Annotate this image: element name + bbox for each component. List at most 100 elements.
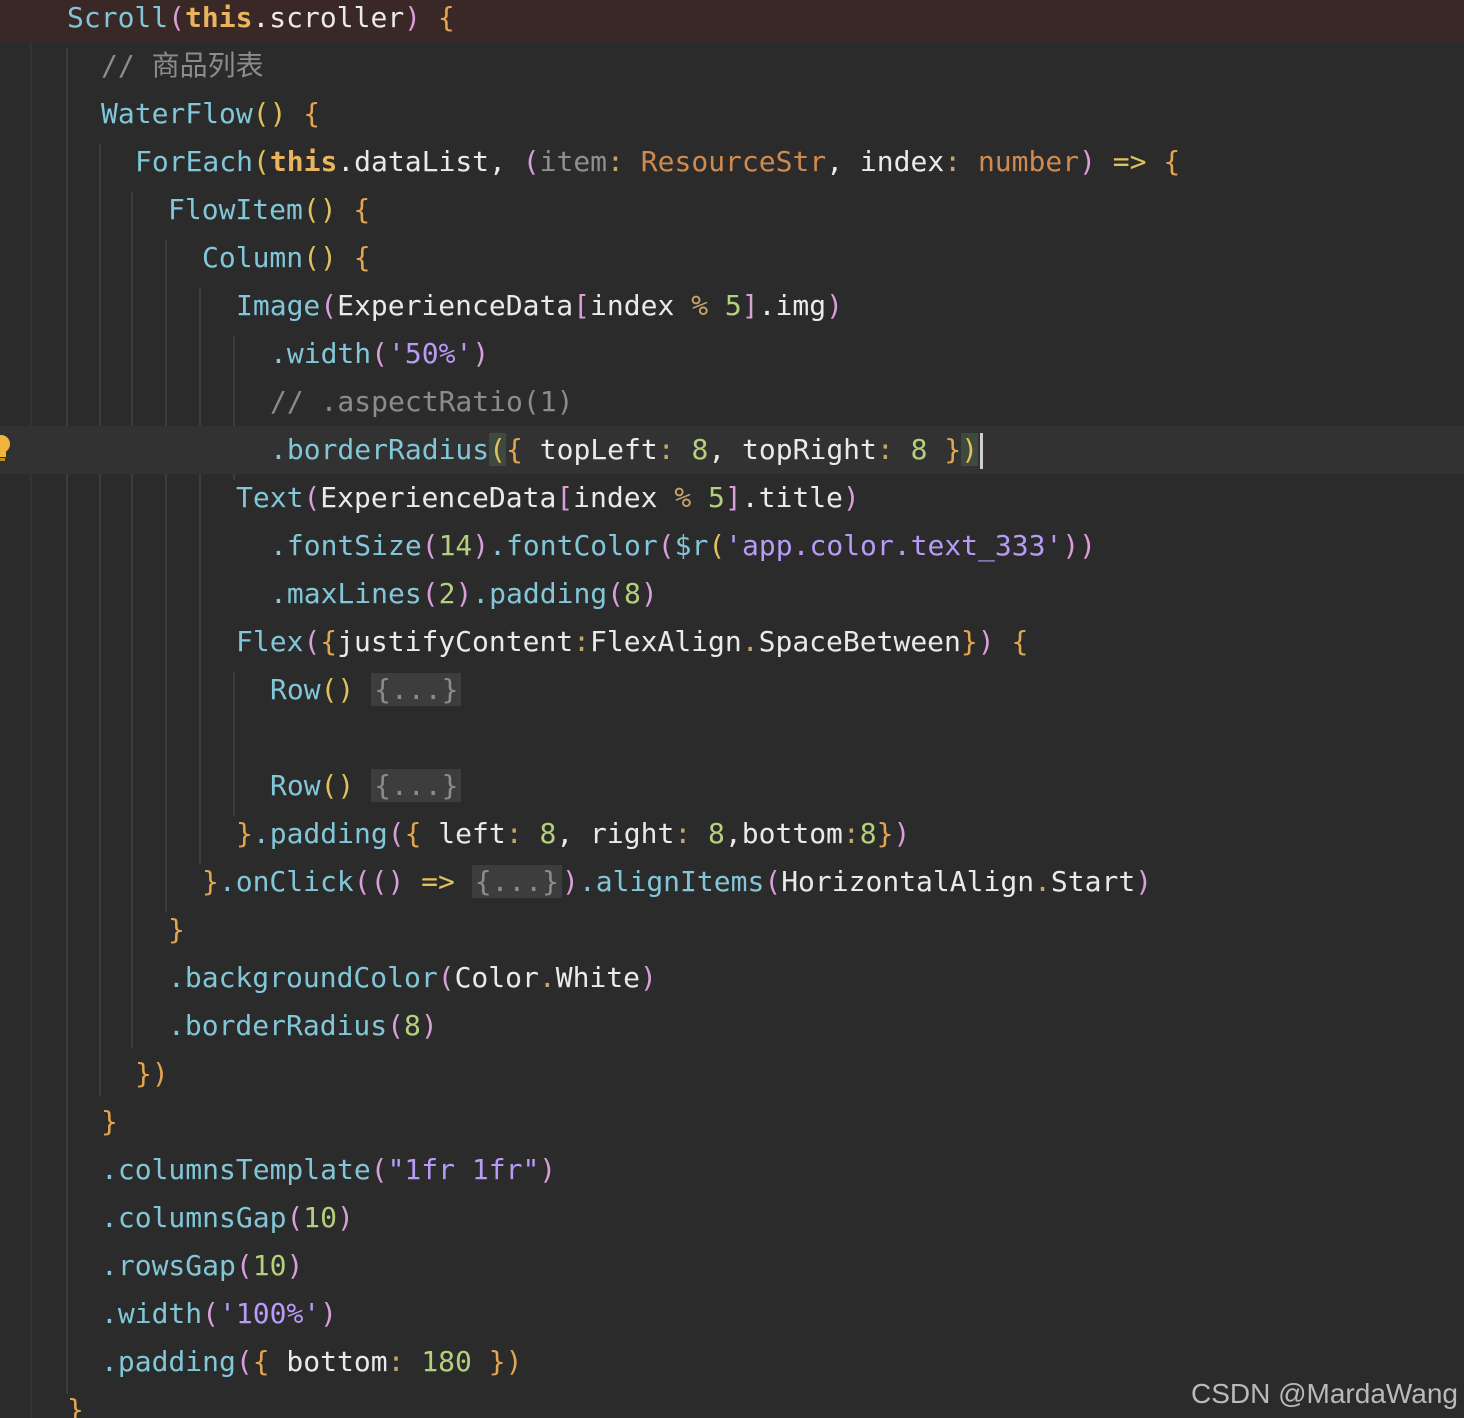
token: .alignItems <box>578 865 765 898</box>
token: ExperienceData <box>320 481 557 514</box>
code-line-current[interactable]: .borderRadius({ topLeft: 8, topRight: 8 … <box>0 426 1464 474</box>
folded-code-block[interactable]: {...} <box>471 865 563 898</box>
text-cursor <box>980 433 984 469</box>
token: () <box>320 769 355 802</box>
token: 14 <box>438 529 473 562</box>
token: .borderRadius <box>168 1009 388 1042</box>
token: ) <box>1079 145 1096 178</box>
token: .dataList, <box>337 145 523 178</box>
token: { <box>506 433 523 466</box>
token: ) <box>842 481 860 514</box>
token: SpaceBetween <box>758 625 961 658</box>
token: .padding <box>472 577 608 610</box>
token: topLeft <box>522 433 658 466</box>
token: ( <box>303 625 321 658</box>
token: bottom <box>269 1345 388 1378</box>
token: : <box>573 625 591 658</box>
code-line[interactable]: Text(ExperienceData[index % 5].title) <box>0 474 1464 522</box>
token: 8 <box>910 433 928 466</box>
token: .title <box>741 481 843 514</box>
token: ) <box>826 289 843 322</box>
code-line[interactable]: FlowItem() { <box>0 186 1464 234</box>
token: )) <box>1062 529 1097 562</box>
token: ( <box>370 1153 388 1186</box>
token: ( <box>421 529 439 562</box>
lightbulb-icon[interactable] <box>0 434 12 462</box>
code-line[interactable]: }.padding({ left: 8, right: 8,bottom:8}) <box>0 810 1464 858</box>
code-editor[interactable]: Scroll(this.scroller) { // 商品列表 WaterFlo… <box>0 0 1464 1418</box>
token: { <box>252 1345 270 1378</box>
token: } <box>927 433 962 466</box>
code-line[interactable]: .borderRadius(8) <box>0 1002 1464 1050</box>
token: .scroller <box>252 1 405 34</box>
code-line[interactable]: Image(ExperienceData[index % 5].img) <box>0 282 1464 330</box>
token: ) <box>472 337 490 370</box>
code-line[interactable]: Row() {...} <box>0 762 1464 810</box>
token: ( <box>421 577 439 610</box>
token: ( <box>387 817 405 850</box>
token: ResourceStr <box>640 145 827 178</box>
token: 'app.color.text_333' <box>725 529 1063 562</box>
code-line[interactable]: .backgroundColor(Color.White) <box>0 954 1464 1002</box>
code-line[interactable]: .columnsGap(10) <box>0 1194 1464 1242</box>
token: index <box>573 481 675 514</box>
code-line[interactable]: // 商品列表 <box>0 42 1464 90</box>
token: FlexAlign <box>590 625 742 658</box>
token: .borderRadius <box>270 433 490 466</box>
code-line[interactable]: }.onClick(() => {...}).alignItems(Horizo… <box>0 858 1464 906</box>
code-line[interactable]: } <box>0 906 1464 954</box>
token: { <box>421 1 455 34</box>
code-line[interactable]: Scroll(this.scroller) { <box>0 0 1464 42</box>
token: ) <box>404 1 422 34</box>
token: 5 <box>708 481 725 514</box>
code-line[interactable]: // .aspectRatio(1) <box>0 378 1464 426</box>
token: ( <box>387 1009 405 1042</box>
code-line[interactable]: .width('50%') <box>0 330 1464 378</box>
code-line[interactable]: WaterFlow() { <box>0 90 1464 138</box>
code-line[interactable]: Row() {...} <box>0 666 1464 714</box>
token: { <box>286 97 321 130</box>
token: } <box>960 625 978 658</box>
token: 10 <box>252 1249 287 1282</box>
token: ) <box>640 577 658 610</box>
token: this <box>269 145 338 178</box>
token: ( <box>253 145 270 178</box>
folded-code-block[interactable]: {...} <box>371 769 462 802</box>
code-line[interactable]: .fontSize(14).fontColor($r('app.color.te… <box>0 522 1464 570</box>
token: ( <box>320 289 338 322</box>
code-line[interactable]: }) <box>0 1050 1464 1098</box>
code-line[interactable]: Flex({justifyContent:FlexAlign.SpaceBetw… <box>0 618 1464 666</box>
token: [ <box>573 289 591 322</box>
token: ( <box>303 481 321 514</box>
token: ) <box>961 433 979 466</box>
token: () <box>320 673 355 706</box>
code-line[interactable]: ForEach(this.dataList, (item: ResourceSt… <box>0 138 1464 186</box>
token: }) <box>135 1057 169 1090</box>
token: .backgroundColor <box>168 961 438 994</box>
code-line[interactable]: Column() { <box>0 234 1464 282</box>
token: : <box>842 817 860 850</box>
token: 8 <box>691 433 709 466</box>
folded-code-block[interactable]: {...} <box>371 673 462 706</box>
token: 8 <box>539 817 557 850</box>
token: .rowsGap <box>101 1249 236 1282</box>
token: , right <box>556 817 675 850</box>
code-line[interactable]: .columnsTemplate("1fr 1fr") <box>0 1146 1464 1194</box>
token: ( <box>522 145 540 178</box>
code-line[interactable]: .maxLines(2).padding(8) <box>0 570 1464 618</box>
token: [ <box>556 481 574 514</box>
token: ( <box>235 1345 253 1378</box>
token: (( <box>353 865 388 898</box>
token: ( <box>764 865 782 898</box>
token: ] <box>741 289 759 322</box>
code-line[interactable]: .rowsGap(10) <box>0 1242 1464 1290</box>
token: ) <box>1135 865 1153 898</box>
code-line[interactable]: } <box>0 1098 1464 1146</box>
token: .maxLines <box>270 577 422 610</box>
code-line[interactable]: .width('100%') <box>0 1290 1464 1338</box>
token: { <box>994 625 1029 658</box>
token: => <box>404 865 472 898</box>
token: number <box>977 145 1080 178</box>
token: : <box>505 817 540 850</box>
